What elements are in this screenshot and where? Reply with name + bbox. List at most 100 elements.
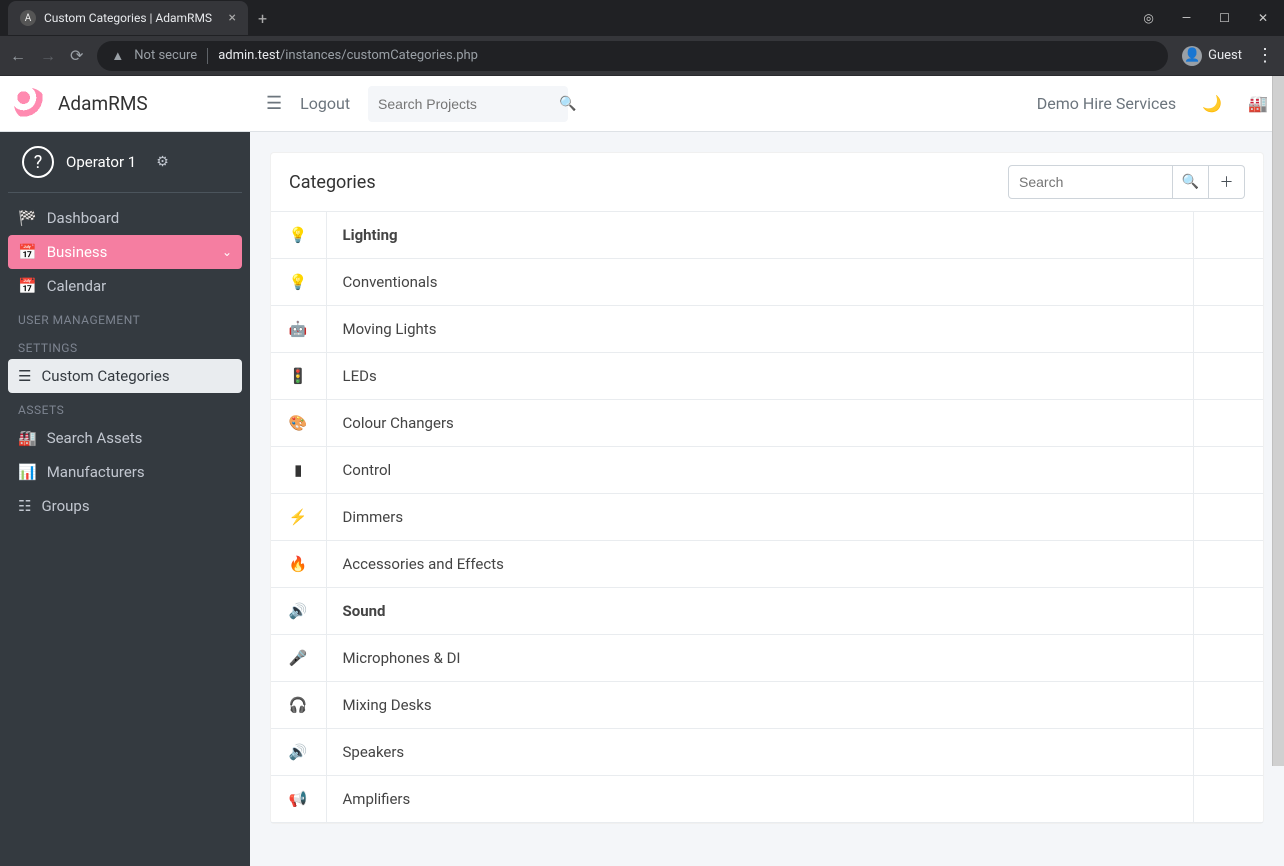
category-icon: 🎧 <box>271 682 326 729</box>
category-actions <box>1193 635 1263 682</box>
nav-header-assets: ASSETS <box>8 393 242 421</box>
category-icon: ▮ <box>271 447 326 494</box>
category-icon: 🔊 <box>271 729 326 776</box>
table-row[interactable]: 📢Amplifiers <box>271 776 1263 823</box>
sidebar-item-groups[interactable]: ☷ Groups <box>8 489 242 523</box>
categories-card: Categories 🔍 ＋ 💡Lighting💡Conventionals🤖M… <box>270 152 1264 824</box>
search-button[interactable]: 🔍 <box>1173 165 1209 199</box>
category-name: Lighting <box>326 212 1193 259</box>
table-row[interactable]: 💡Conventionals <box>271 259 1263 306</box>
category-name: Conventionals <box>326 259 1193 306</box>
search-projects[interactable]: 🔍 <box>368 86 568 122</box>
new-tab-button[interactable]: + <box>258 9 267 28</box>
logout-link[interactable]: Logout <box>300 94 350 113</box>
category-actions <box>1193 682 1263 729</box>
sidebar-item-manufacturers[interactable]: 📊 Manufacturers <box>8 455 242 489</box>
table-row[interactable]: 🎧Mixing Desks <box>271 682 1263 729</box>
sidebar-item-search-assets[interactable]: 🏭 Search Assets <box>8 421 242 455</box>
profile-button[interactable]: 👤 Guest <box>1182 46 1242 66</box>
close-window-icon[interactable]: ✕ <box>1258 11 1268 25</box>
search-icon[interactable]: 🔍 <box>559 96 576 112</box>
category-name: Speakers <box>326 729 1193 776</box>
address-input[interactable]: ▲ Not secure admin.test/instances/custom… <box>97 41 1168 71</box>
sidebar-item-label: Business <box>47 243 108 261</box>
sidebar-item-business[interactable]: 📅 Business ⌄ <box>8 235 242 269</box>
logo-icon <box>14 88 46 120</box>
table-row[interactable]: ▮Control <box>271 447 1263 494</box>
moon-icon[interactable]: 🌙 <box>1202 94 1222 113</box>
category-actions <box>1193 306 1263 353</box>
sidebar-item-dashboard[interactable]: 🏁 Dashboard <box>8 201 242 235</box>
sidebar-item-label: Dashboard <box>47 209 120 227</box>
brand-name: AdamRMS <box>58 92 148 115</box>
sidebar-item-label: Search Assets <box>47 429 143 447</box>
table-row[interactable]: 💡Lighting <box>271 212 1263 259</box>
close-tab-icon[interactable]: × <box>229 10 236 26</box>
table-row[interactable]: 🎤Microphones & DI <box>271 635 1263 682</box>
avatar-icon: 👤 <box>1182 46 1202 66</box>
sidebar-user[interactable]: ? Operator 1 ⚙ <box>8 132 242 193</box>
table-row[interactable]: ⚡Dimmers <box>271 494 1263 541</box>
nav-header-settings: SETTINGS <box>8 331 242 359</box>
menu-toggle-icon[interactable]: ☰ <box>266 93 282 114</box>
browser-address-bar: ← → ⟳ ▲ Not secure admin.test/instances/… <box>0 36 1284 76</box>
category-actions <box>1193 259 1263 306</box>
avatar: ? <box>22 146 54 178</box>
scrollbar[interactable] <box>1272 76 1284 766</box>
separator <box>207 48 208 64</box>
category-name: Sound <box>326 588 1193 635</box>
warehouse-icon[interactable]: 🏭 <box>1248 94 1268 113</box>
add-button[interactable]: ＋ <box>1209 165 1245 199</box>
window-controls: ◎ — ☐ ✕ <box>1143 11 1276 25</box>
category-icon: 💡 <box>271 212 326 259</box>
category-actions <box>1193 776 1263 823</box>
category-actions <box>1193 400 1263 447</box>
table-row[interactable]: 🔊Speakers <box>271 729 1263 776</box>
sidebar-item-calendar[interactable]: 📅 Calendar <box>8 269 242 303</box>
card-header: Categories 🔍 ＋ <box>271 153 1263 212</box>
back-button[interactable]: ← <box>10 46 26 66</box>
layers-icon: ☷ <box>18 497 31 515</box>
sidebar-item-label: Calendar <box>47 277 107 295</box>
app-viewport: AdamRMS ? Operator 1 ⚙ 🏁 Dashboard 📅 Bus… <box>0 76 1284 866</box>
not-secure-icon: ▲ <box>111 48 124 64</box>
table-row[interactable]: 🚦LEDs <box>271 353 1263 400</box>
category-actions <box>1193 588 1263 635</box>
minimize-icon[interactable]: — <box>1182 11 1191 25</box>
topbar: ☰ Logout 🔍 Demo Hire Services 🌙 🏭 <box>250 76 1284 132</box>
category-actions <box>1193 212 1263 259</box>
category-search[interactable] <box>1008 165 1173 199</box>
sidebar-nav: 🏁 Dashboard 📅 Business ⌄ 📅 Calendar USER… <box>0 193 250 531</box>
reload-button[interactable]: ⟳ <box>70 46 83 65</box>
category-actions <box>1193 541 1263 588</box>
warehouse-icon: 🏭 <box>18 429 37 447</box>
calendar-icon: 📅 <box>18 277 37 295</box>
target-icon[interactable]: ◎ <box>1143 11 1153 25</box>
main: ☰ Logout 🔍 Demo Hire Services 🌙 🏭 Catego… <box>250 76 1284 866</box>
gear-icon[interactable]: ⚙ <box>156 154 169 170</box>
search-projects-input[interactable] <box>378 96 559 112</box>
brand[interactable]: AdamRMS <box>0 76 250 132</box>
not-secure-label: Not secure <box>134 48 197 63</box>
category-name: Colour Changers <box>326 400 1193 447</box>
instance-name[interactable]: Demo Hire Services <box>1037 94 1176 113</box>
sidebar-item-custom-categories[interactable]: ☰ Custom Categories <box>8 359 242 393</box>
category-search-input[interactable] <box>1019 174 1162 190</box>
category-name: Amplifiers <box>326 776 1193 823</box>
content: Categories 🔍 ＋ 💡Lighting💡Conventionals🤖M… <box>250 132 1284 824</box>
maximize-icon[interactable]: ☐ <box>1219 11 1230 25</box>
nav-header-user-mgmt: USER MANAGEMENT <box>8 303 242 331</box>
card-header-actions: 🔍 ＋ <box>1008 165 1245 199</box>
categories-table: 💡Lighting💡Conventionals🤖Moving Lights🚦LE… <box>271 212 1263 823</box>
category-icon: 🎤 <box>271 635 326 682</box>
category-actions <box>1193 447 1263 494</box>
category-name: LEDs <box>326 353 1193 400</box>
browser-menu-button[interactable]: ⋮ <box>1256 45 1274 66</box>
table-row[interactable]: 🎨Colour Changers <box>271 400 1263 447</box>
browser-tab[interactable]: A Custom Categories | AdamRMS × <box>8 1 248 35</box>
table-row[interactable]: 🔊Sound <box>271 588 1263 635</box>
favicon: A <box>20 10 36 26</box>
table-row[interactable]: 🔥Accessories and Effects <box>271 541 1263 588</box>
category-icon: 🎨 <box>271 400 326 447</box>
table-row[interactable]: 🤖Moving Lights <box>271 306 1263 353</box>
